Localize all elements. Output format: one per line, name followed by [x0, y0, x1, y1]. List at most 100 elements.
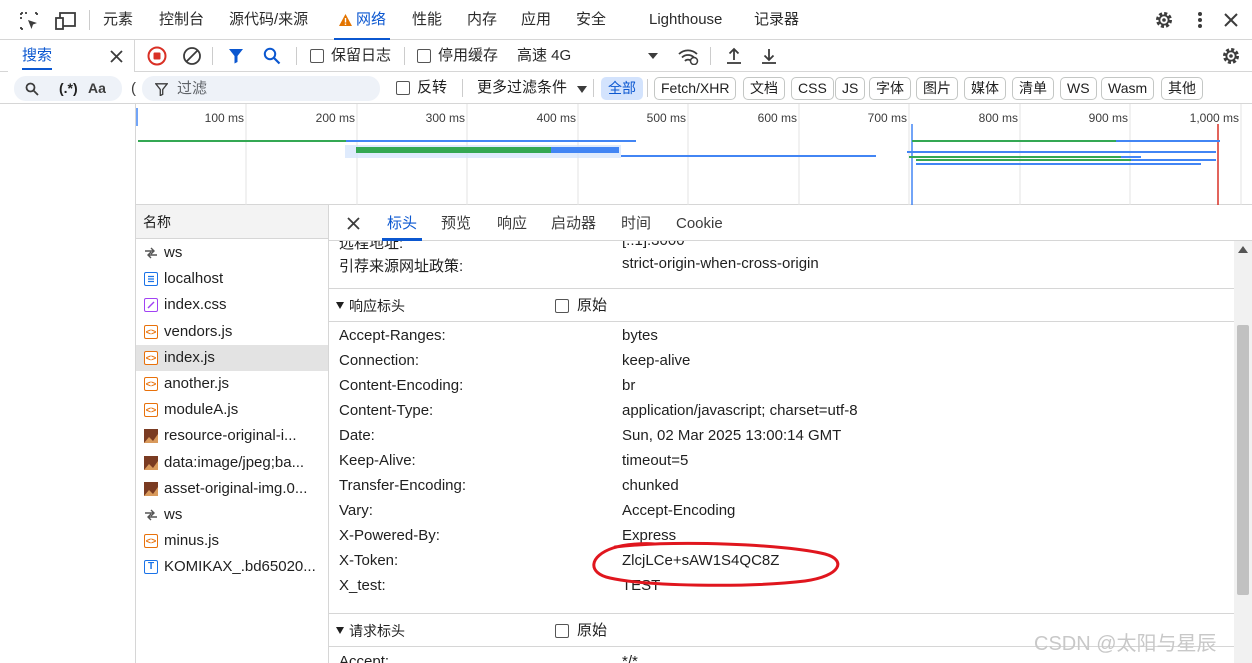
filter-icon[interactable] — [226, 46, 246, 66]
timeline-tick-label: 1,000 ms — [1190, 111, 1239, 125]
scroll-up-arrow-icon[interactable] — [1238, 245, 1248, 253]
search-results-panel — [0, 104, 136, 663]
request-row[interactable]: T KOMIKAX_.bd65020... — [136, 554, 328, 580]
type-filter-wasm[interactable]: Wasm — [1101, 77, 1155, 100]
tab-headers[interactable]: 标头 — [381, 205, 423, 241]
clear-icon[interactable] — [181, 45, 203, 67]
devtools-window: 元素 控制台 源代码/来源 网络 性能 内存 应用 安全 Lighthouse … — [0, 0, 1252, 663]
type-filter-doc[interactable]: 文档 — [743, 77, 785, 100]
request-name: another.js — [164, 375, 230, 392]
export-har-icon[interactable] — [759, 45, 779, 67]
network-settings-icon[interactable] — [1220, 45, 1242, 67]
network-overview-timeline[interactable]: 100 ms 200 ms 300 ms 400 ms 500 ms 600 ms 700 … — [136, 104, 1252, 205]
invert-checkbox[interactable] — [396, 81, 410, 95]
tab-network[interactable]: 网络 — [333, 0, 391, 40]
type-filter-css[interactable]: CSS — [791, 77, 834, 100]
search-icon[interactable] — [261, 45, 283, 67]
header-value: timeout=5 — [622, 452, 689, 469]
filter-placeholder: 过滤 — [177, 80, 208, 97]
raw-checkbox[interactable] — [555, 299, 569, 313]
tab-elements[interactable]: 元素 — [103, 0, 133, 40]
request-row[interactable]: resource-original-i... — [136, 423, 328, 449]
search-query-box[interactable]: (.*) Aa — [14, 76, 122, 101]
request-row[interactable]: <> moduleA.js — [136, 397, 328, 423]
header-key: X-Token: — [339, 552, 399, 569]
network-conditions-icon[interactable] — [676, 46, 700, 66]
type-filter-all[interactable]: 全部 — [601, 77, 643, 100]
type-filter-js[interactable]: JS — [835, 77, 866, 100]
request-row[interactable]: <> another.js — [136, 371, 328, 397]
tab-security[interactable]: 安全 — [576, 0, 606, 40]
regex-toggle[interactable]: (.*) — [59, 76, 78, 101]
request-name: ws — [164, 244, 183, 261]
type-filter-media[interactable]: 媒体 — [964, 77, 1006, 100]
name-column-header[interactable]: 名称 — [136, 205, 329, 239]
more-options-icon[interactable] — [1190, 9, 1210, 31]
disable-cache-checkbox[interactable] — [417, 49, 431, 63]
scrollbar-thumb[interactable] — [1237, 325, 1249, 595]
tab-sources[interactable]: 源代码/来源 — [229, 0, 308, 40]
throttle-select[interactable]: 高速 4G — [517, 40, 571, 72]
type-filter-manifest[interactable]: 清单 — [1012, 77, 1054, 100]
tab-cookies[interactable]: Cookie — [676, 205, 723, 241]
match-case-toggle[interactable]: Aa — [88, 76, 106, 101]
tab-memory[interactable]: 内存 — [467, 0, 497, 40]
header-value: strict-origin-when-cross-origin — [622, 255, 819, 272]
search-panel-edge: ( — [131, 80, 136, 97]
type-filter-fetch-xhr[interactable]: Fetch/XHR — [654, 77, 737, 100]
divider — [710, 47, 711, 65]
css-file-icon — [144, 298, 158, 313]
header-value: br — [622, 377, 636, 394]
request-row[interactable]: ws — [136, 240, 328, 266]
request-row[interactable]: index.css — [136, 292, 328, 318]
tab-initiator[interactable]: 启动器 — [551, 205, 596, 241]
tab-lighthouse[interactable]: Lighthouse — [649, 0, 722, 40]
raw-checkbox[interactable] — [555, 624, 569, 638]
tab-response[interactable]: 响应 — [497, 205, 527, 241]
details-scrollbar[interactable] — [1234, 241, 1252, 663]
type-filter-ws[interactable]: WS — [1060, 77, 1097, 100]
request-name: data:image/jpeg;ba... — [164, 453, 305, 471]
timeline-chart: 100 ms 200 ms 300 ms 400 ms 500 ms 600 ms 700 … — [136, 104, 1242, 205]
type-filter-other[interactable]: 其他 — [1161, 77, 1203, 100]
request-row[interactable]: data:image/jpeg;ba... — [136, 450, 328, 476]
more-filters-dropdown[interactable]: 更多过滤条件 — [477, 72, 567, 104]
search-drawer-tab[interactable]: 搜索 — [8, 40, 135, 72]
request-row[interactable]: <> index.js — [136, 344, 328, 371]
close-devtools-icon[interactable] — [1220, 9, 1242, 31]
document-icon — [144, 272, 158, 287]
font-file-icon: T — [144, 560, 158, 575]
type-filter-font[interactable]: 字体 — [869, 77, 911, 100]
request-row[interactable]: asset-original-img.0... — [136, 476, 328, 502]
tab-recorder[interactable]: 记录器 — [754, 0, 799, 40]
divider — [212, 47, 213, 65]
request-row[interactable]: <> minus.js — [136, 528, 328, 554]
request-row[interactable]: <> vendors.js — [136, 319, 328, 345]
tab-application[interactable]: 应用 — [521, 0, 551, 40]
close-search-icon[interactable] — [108, 48, 124, 64]
network-toolbar: 搜索 保留日志 停用缓存 高速 4G — [0, 40, 1252, 72]
tab-performance[interactable]: 性能 — [412, 0, 442, 40]
device-toolbar-icon[interactable] — [54, 10, 78, 32]
tab-console[interactable]: 控制台 — [159, 0, 204, 40]
preserve-log-checkbox[interactable] — [310, 49, 324, 63]
settings-gear-icon[interactable] — [1153, 9, 1175, 31]
type-filter-img[interactable]: 图片 — [916, 77, 958, 100]
close-details-icon[interactable] — [345, 215, 361, 231]
request-name: KOMIKAX_.bd65020... — [164, 558, 316, 576]
inspect-element-icon[interactable] — [18, 10, 40, 32]
dropdown-arrow-icon[interactable] — [646, 50, 660, 62]
dropdown-arrow-icon[interactable] — [576, 84, 588, 94]
request-row[interactable]: localhost — [136, 266, 328, 292]
import-har-icon[interactable] — [724, 45, 744, 67]
header-key: Vary: — [339, 502, 373, 519]
tab-timing[interactable]: 时间 — [621, 205, 651, 241]
response-headers-section[interactable]: 响应标头 原始 — [329, 288, 1234, 322]
filter-input[interactable]: 过滤 — [142, 76, 380, 101]
disable-cache-label: 停用缓存 — [438, 47, 499, 64]
stop-recording-icon[interactable] — [146, 45, 168, 67]
request-row[interactable]: ws — [136, 502, 328, 528]
header-value: [::1]:3000 — [622, 241, 685, 249]
watermark: CSDN @太阳与星辰 — [1034, 633, 1217, 655]
tab-preview[interactable]: 预览 — [441, 205, 471, 241]
